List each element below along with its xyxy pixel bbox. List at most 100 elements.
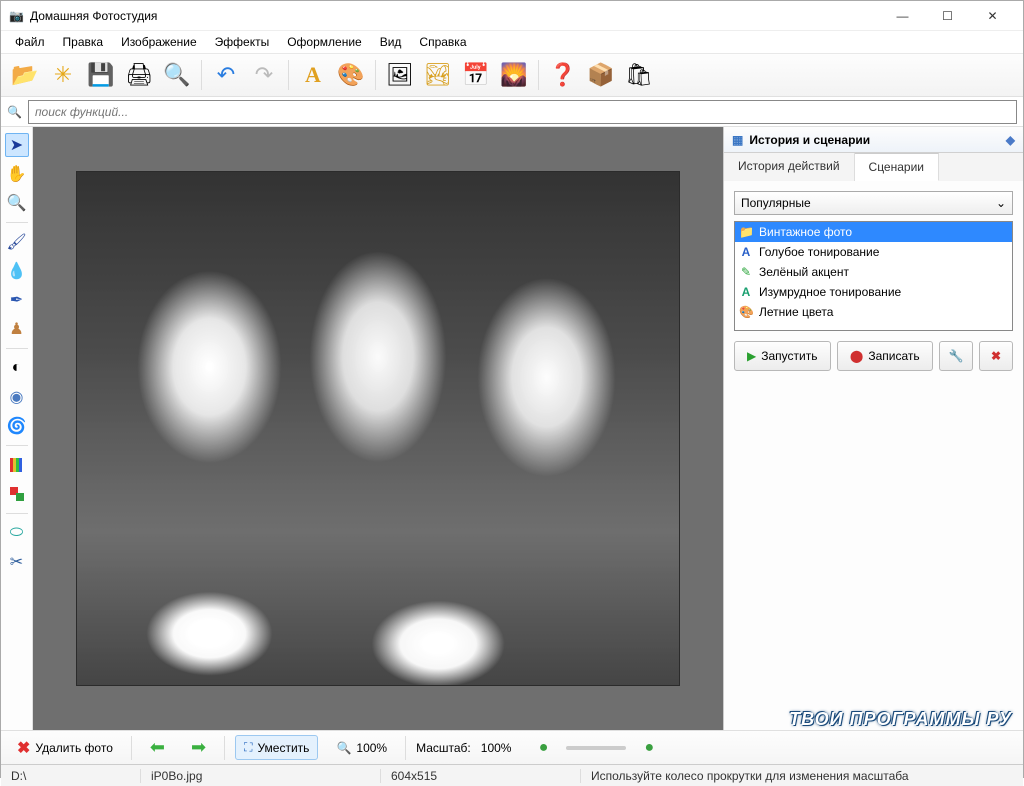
play-icon: ▶ [747,349,756,363]
menu-view[interactable]: Вид [372,33,410,51]
delete-scenario-button[interactable]: ✖ [979,341,1013,371]
right-panel: ▦ История и сценарии ◆ История действий … [723,127,1023,730]
photo-canvas[interactable] [76,171,680,686]
tab-scenarios[interactable]: Сценарии [855,153,939,181]
fit-icon: ⛶ [244,740,252,755]
menu-image[interactable]: Изображение [113,33,205,51]
hundred-button[interactable]: 🔍 100% [328,737,395,759]
menu-help[interactable]: Справка [411,33,474,51]
hundred-label: 100% [356,741,387,755]
next-button[interactable]: ➡ [183,733,214,762]
open-icon[interactable]: 📂 [7,57,43,93]
main-toolbar: 📂 ✳ 💾 🖨 🔍 ↶ ↷ A 🎨 🖼 🏞 📅 🌄 ❓ 📦 🛍 [1,53,1023,97]
delete-photo-button[interactable]: ✖ Удалить фото [9,734,121,762]
list-item[interactable]: 🎨 Летние цвета [735,302,1012,322]
zoom-slider[interactable] [566,746,626,750]
pointer-tool-icon[interactable]: ➤ [5,133,29,157]
menu-edit[interactable]: Правка [55,33,112,51]
image2-icon[interactable]: 🏞 [420,57,456,93]
palette-icon: 🎨 [739,305,753,319]
tool-sep [6,348,28,349]
catalog-icon[interactable]: ✳ [45,57,81,93]
close-button[interactable]: ✕ [970,2,1015,30]
maximize-button[interactable]: ☐ [925,2,970,30]
pen-tool-icon[interactable]: ✒ [5,288,29,312]
toolbar-sep [538,60,539,90]
home-icon[interactable]: 📦 [583,57,619,93]
hand-tool-icon[interactable]: ✋ [5,162,29,186]
run-label: Запустить [761,349,817,363]
help-icon[interactable]: ❓ [545,57,581,93]
preview-icon[interactable]: 🔍 [159,57,195,93]
pencil-icon: ✎ [739,265,753,279]
delete-icon: ✖ [17,738,30,758]
text-icon[interactable]: A [295,57,331,93]
undo-icon[interactable]: ↶ [208,57,244,93]
tool-sep [6,222,28,223]
status-drive: D:\ [1,769,141,783]
zoom-tool-icon[interactable]: 🔍 [5,191,29,215]
menu-file[interactable]: Файл [7,33,53,51]
shop-icon[interactable]: 🛍 [621,57,657,93]
toolbar-sep [288,60,289,90]
zoom-out-button[interactable]: ● [531,735,557,761]
contrast-tool-icon[interactable]: ◐ [5,356,29,380]
bottom-sep [224,736,225,760]
run-button[interactable]: ▶ Запустить [734,341,831,371]
letter-icon: A [739,245,753,259]
palette-icon[interactable]: 🎨 [333,57,369,93]
panel-tabs: История действий Сценарии [724,153,1023,181]
chevron-down-icon: ⌄ [996,196,1006,210]
minimize-button[interactable]: — [880,2,925,30]
tool-strip: ➤ ✋ 🔍 🖌 💧 ✒ ♟ ◐ ◉ 🌀 ⬭ ✂ [1,127,33,730]
plus-icon: ● [644,739,654,757]
card-icon[interactable]: 🌄 [496,57,532,93]
menubar: Файл Правка Изображение Эффекты Оформлен… [1,31,1023,53]
redo-icon[interactable]: ↷ [246,57,282,93]
canvas-area[interactable] [33,127,723,730]
spiral-tool-icon[interactable]: 🌀 [5,414,29,438]
zoom-in-button[interactable]: ● [636,735,662,761]
swap-tool-icon[interactable] [5,482,29,506]
record-icon: ⬤ [850,349,863,363]
menu-effects[interactable]: Эффекты [207,33,278,51]
status-dims: 604x515 [381,769,581,783]
statusbar: D:\ iP0Bo.jpg 604x515 Используйте колесо… [1,764,1023,786]
eraser-tool-icon[interactable]: ⬭ [5,521,29,545]
fit-button[interactable]: ⛶ Уместить [235,735,318,760]
search-icon: 🔍 [7,105,22,119]
image1-icon[interactable]: 🖼 [382,57,418,93]
list-item[interactable]: 📁 Винтажное фото [735,222,1012,242]
prev-button[interactable]: ⬅ [142,733,173,762]
list-item[interactable]: A Голубое тонирование [735,242,1012,262]
minus-icon: ● [539,739,549,757]
tab-history[interactable]: История действий [724,153,855,181]
list-item[interactable]: A Изумрудное тонирование [735,282,1012,302]
toolbar-sep [375,60,376,90]
brush-tool-icon[interactable]: 🖌 [5,230,29,254]
save-icon[interactable]: 💾 [83,57,119,93]
letter-icon: A [739,285,753,299]
scenario-category-dropdown[interactable]: Популярные ⌄ [734,191,1013,215]
print-icon[interactable]: 🖨 [121,57,157,93]
calendar-icon[interactable]: 📅 [458,57,494,93]
record-button[interactable]: ⬤ Записать [837,341,934,371]
drop-tool-icon[interactable]: 💧 [5,259,29,283]
app-icon: 📷 [9,9,24,23]
list-item-label: Летние цвета [759,305,833,319]
list-item-label: Изумрудное тонирование [759,285,901,299]
list-item[interactable]: ✎ Зелёный акцент [735,262,1012,282]
rainbow-tool-icon[interactable] [5,453,29,477]
arrow-left-icon: ⬅ [150,737,165,758]
folder-icon: 📁 [739,225,753,239]
zoom-icon: 🔍 [336,741,351,755]
stamp-tool-icon[interactable]: ♟ [5,317,29,341]
blur-tool-icon[interactable]: ◉ [5,385,29,409]
searchbar: 🔍 [1,97,1023,127]
edit-scenario-button[interactable]: 🔧 [939,341,973,371]
menu-decoration[interactable]: Оформление [279,33,369,51]
crop-tool-icon[interactable]: ✂ [5,550,29,574]
search-input[interactable] [28,100,1017,124]
scenario-list[interactable]: 📁 Винтажное фото A Голубое тонирование ✎… [734,221,1013,331]
collapse-icon[interactable]: ◆ [1006,133,1015,147]
